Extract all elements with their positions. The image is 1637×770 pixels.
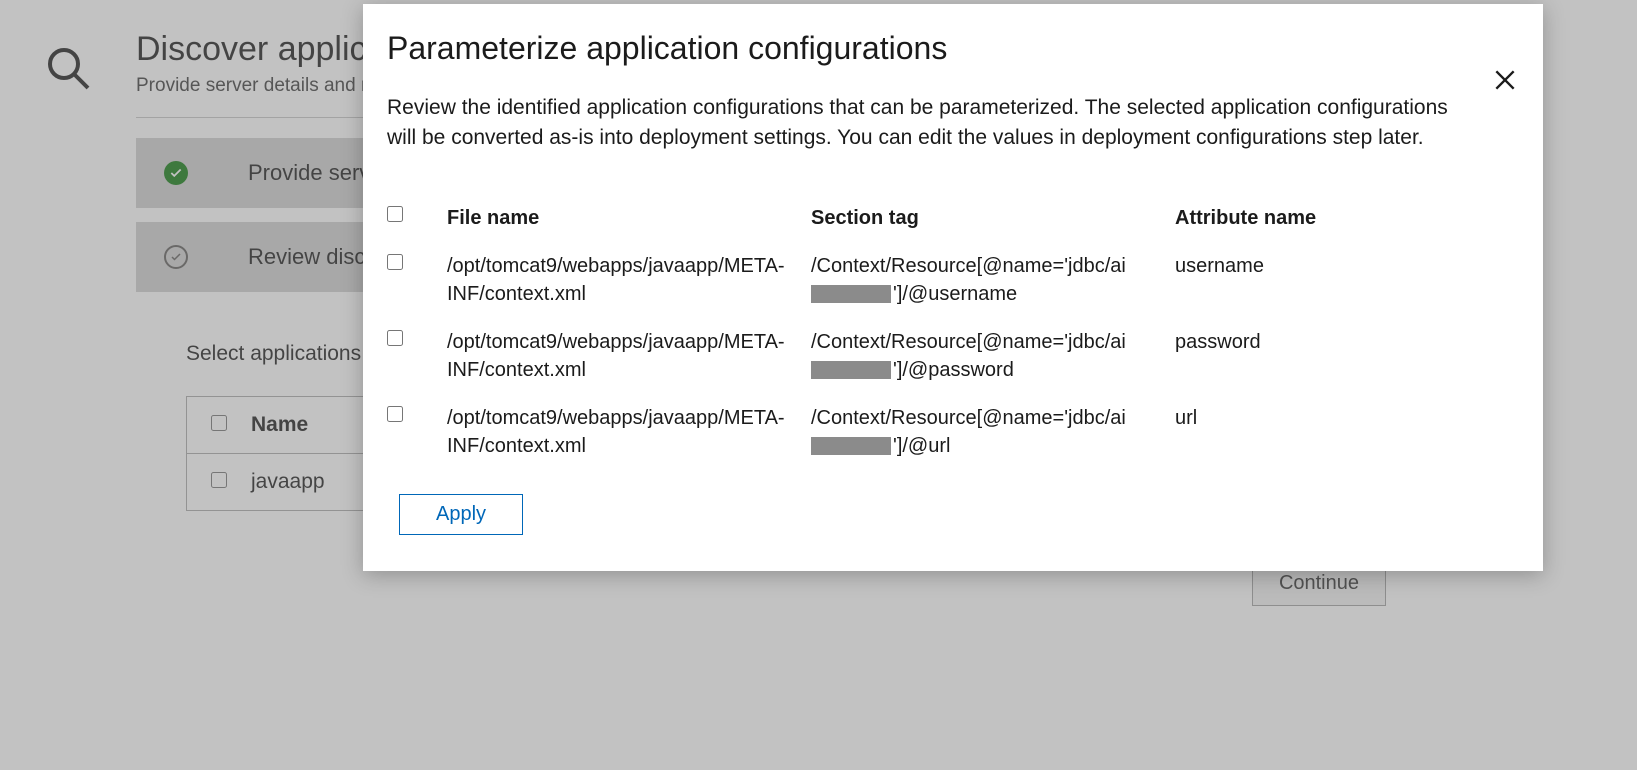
file-name: /opt/tomcat9/webapps/javaapp/META-INF/co… bbox=[447, 404, 807, 460]
section-post: ']/@url bbox=[893, 435, 950, 457]
redacted-text bbox=[811, 361, 891, 379]
col-file: File name bbox=[447, 204, 807, 232]
section-tag: /Context/Resource[@name='jdbc/ai ']/@pas… bbox=[811, 328, 1171, 384]
attribute-name: password bbox=[1175, 328, 1435, 356]
config-checkbox[interactable] bbox=[387, 254, 403, 270]
section-post: ']/@password bbox=[893, 359, 1014, 381]
section-post: ']/@username bbox=[893, 283, 1017, 305]
col-section: Section tag bbox=[811, 204, 1171, 232]
config-header-row: File name Section tag Attribute name bbox=[387, 194, 1519, 242]
parameterize-dialog: Parameterize application configurations … bbox=[363, 4, 1543, 571]
section-pre: /Context/Resource[@name='jdbc/ai bbox=[811, 255, 1126, 277]
file-name: /opt/tomcat9/webapps/javaapp/META-INF/co… bbox=[447, 328, 807, 384]
redacted-text bbox=[811, 285, 891, 303]
section-tag: /Context/Resource[@name='jdbc/ai ']/@url bbox=[811, 404, 1171, 460]
redacted-text bbox=[811, 437, 891, 455]
attribute-name: url bbox=[1175, 404, 1435, 432]
select-all-configs-checkbox[interactable] bbox=[387, 206, 403, 222]
file-name: /opt/tomcat9/webapps/javaapp/META-INF/co… bbox=[447, 252, 807, 308]
config-checkbox[interactable] bbox=[387, 406, 403, 422]
config-table: File name Section tag Attribute name /op… bbox=[387, 194, 1519, 470]
section-pre: /Context/Resource[@name='jdbc/ai bbox=[811, 331, 1126, 353]
close-button[interactable] bbox=[1485, 60, 1525, 100]
col-attr: Attribute name bbox=[1175, 204, 1435, 232]
dialog-title: Parameterize application configurations bbox=[387, 30, 1519, 67]
dialog-description: Review the identified application config… bbox=[387, 93, 1477, 154]
attribute-name: username bbox=[1175, 252, 1435, 280]
section-tag: /Context/Resource[@name='jdbc/ai ']/@use… bbox=[811, 252, 1171, 308]
apply-button[interactable]: Apply bbox=[399, 494, 523, 535]
config-row: /opt/tomcat9/webapps/javaapp/META-INF/co… bbox=[387, 242, 1519, 318]
config-row: /opt/tomcat9/webapps/javaapp/META-INF/co… bbox=[387, 318, 1519, 394]
config-row: /opt/tomcat9/webapps/javaapp/META-INF/co… bbox=[387, 394, 1519, 470]
config-checkbox[interactable] bbox=[387, 330, 403, 346]
section-pre: /Context/Resource[@name='jdbc/ai bbox=[811, 407, 1126, 429]
